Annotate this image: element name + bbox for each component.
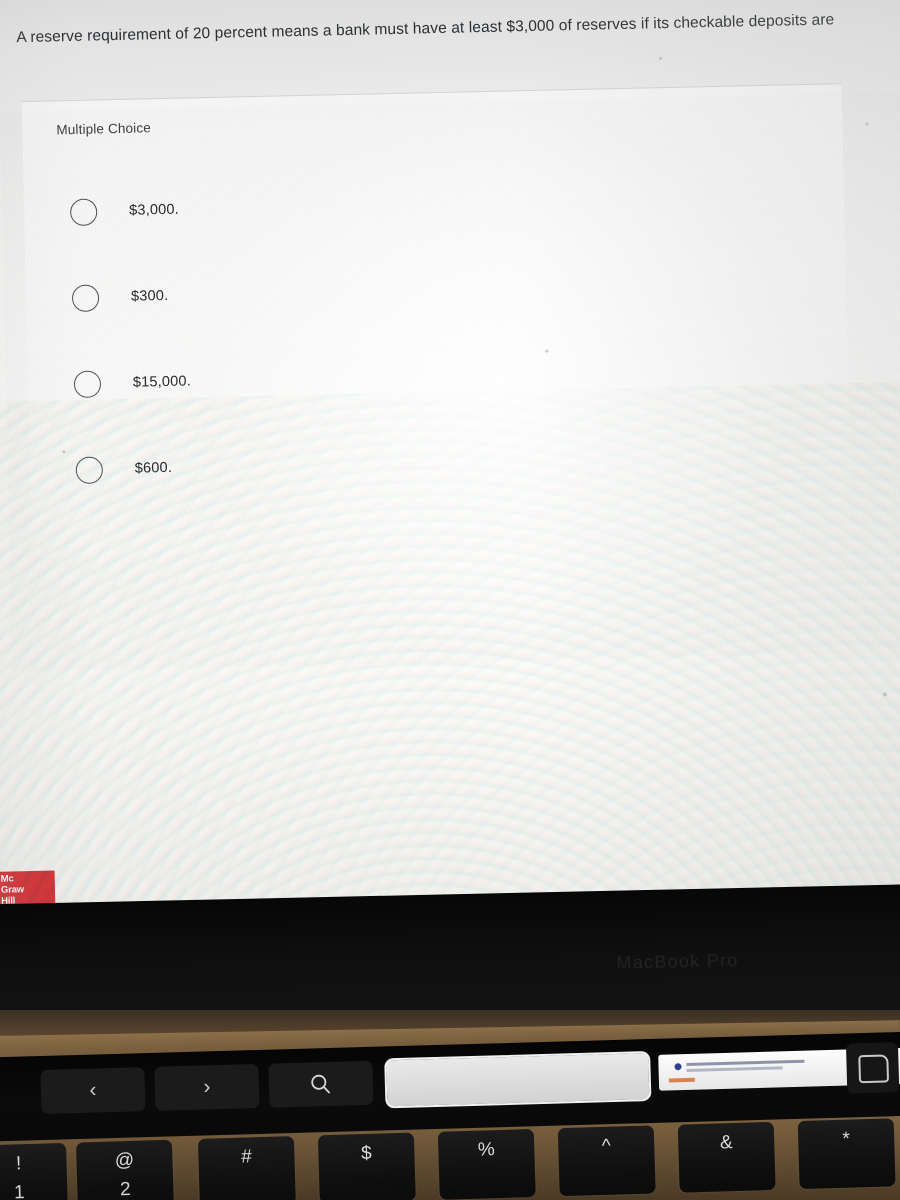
dust-speck — [62, 450, 66, 454]
answer-choice-list: $3,000. $300. $15,000. $600. — [69, 183, 757, 542]
keyboard-key[interactable]: $ — [317, 1132, 416, 1200]
key-top-glyph: @ — [114, 1149, 135, 1172]
radio-button-icon[interactable] — [73, 369, 102, 398]
keyboard-key[interactable]: ! 1 — [0, 1142, 68, 1200]
keyboard-key[interactable]: @ 2 — [75, 1139, 174, 1200]
keyboard-key[interactable]: # — [197, 1136, 296, 1200]
keyboard-key[interactable]: & — [677, 1121, 776, 1193]
suggestion-bullet-icon — [674, 1063, 682, 1071]
radio-button-icon[interactable] — [75, 455, 104, 484]
answer-choice-label: $15,000. — [132, 373, 192, 391]
answer-choice-label: $300. — [130, 287, 169, 305]
dust-speck — [658, 57, 663, 61]
key-top-glyph: & — [719, 1132, 733, 1154]
key-top-glyph: ^ — [601, 1135, 612, 1157]
touchbar-forward-button[interactable]: › — [154, 1063, 260, 1111]
key-bottom-glyph: 1 — [13, 1182, 26, 1200]
dust-speck — [882, 692, 887, 697]
keyboard-key[interactable]: % — [437, 1128, 536, 1200]
screenshot-icon — [858, 1054, 890, 1084]
touchbar-text-field[interactable] — [384, 1051, 652, 1109]
answer-choice[interactable]: $300. — [71, 269, 752, 312]
keyboard-key[interactable]: ^ — [557, 1125, 656, 1197]
photograph-of-laptop-screen: A reserve requirement of 20 percent mean… — [0, 0, 900, 1200]
key-top-glyph: ! — [15, 1153, 22, 1175]
laptop-display: A reserve requirement of 20 percent mean… — [0, 0, 900, 968]
chevron-left-icon: ‹ — [89, 1078, 97, 1102]
search-icon — [311, 1074, 331, 1094]
question-type-label: Multiple Choice — [56, 120, 152, 138]
answer-choice-label: $600. — [134, 459, 173, 477]
question-stem: A reserve requirement of 20 percent mean… — [16, 11, 835, 47]
key-top-glyph: % — [477, 1139, 496, 1161]
key-top-glyph: $ — [360, 1142, 372, 1165]
radio-button-icon[interactable] — [69, 197, 98, 226]
key-top-glyph: * — [842, 1128, 851, 1150]
touchbar-screenshot-key[interactable] — [845, 1042, 900, 1094]
answer-choice[interactable]: $600. — [75, 441, 756, 484]
dust-speck — [545, 349, 549, 353]
chevron-right-icon: › — [203, 1075, 211, 1099]
quiz-page: A reserve requirement of 20 percent mean… — [0, 0, 900, 968]
touchbar-back-button[interactable]: ‹ — [40, 1067, 146, 1115]
dust-speck — [865, 122, 869, 126]
macbook-pro-wordmark: MacBook Pro — [616, 950, 739, 973]
answer-choice-label: $3,000. — [129, 201, 180, 219]
radio-button-icon[interactable] — [71, 283, 100, 312]
key-bottom-glyph: 2 — [119, 1178, 131, 1200]
suggestion-text-line — [686, 1066, 783, 1072]
touchbar-search-button[interactable] — [268, 1060, 374, 1108]
keyboard-key[interactable]: * — [797, 1118, 896, 1190]
suggestion-text-line — [686, 1059, 805, 1066]
suggestion-accent-mark — [668, 1077, 695, 1083]
answer-choice[interactable]: $15,000. — [73, 355, 754, 398]
key-top-glyph: # — [240, 1146, 253, 1168]
